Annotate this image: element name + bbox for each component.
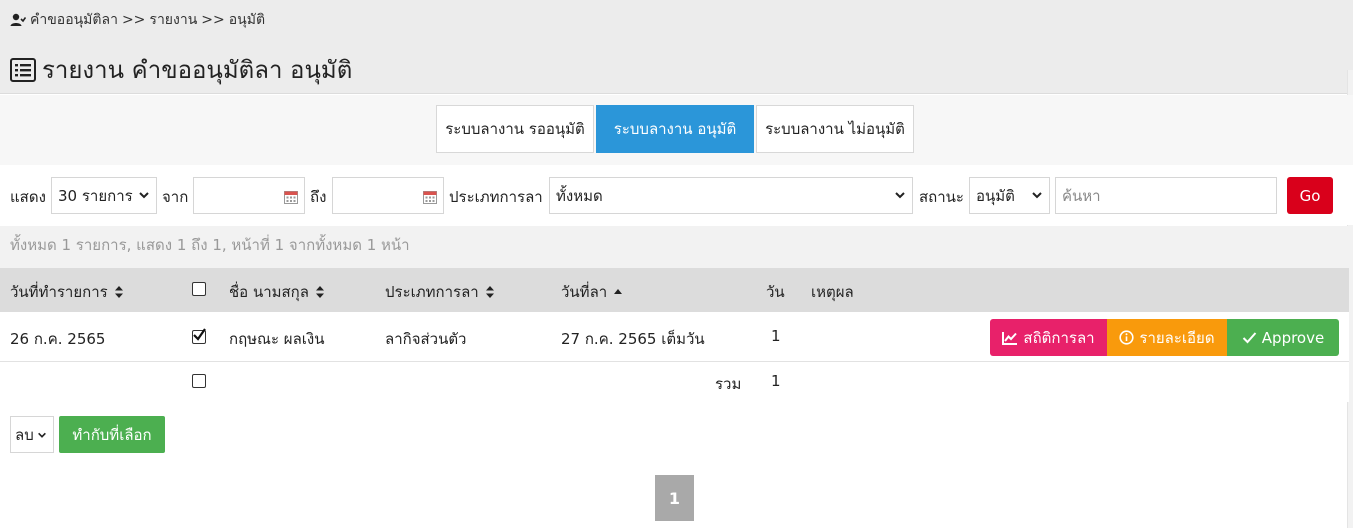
leave-type-value: ทั้งหมด — [556, 186, 603, 205]
th-name-label: ชื่อ นามสกุล — [229, 283, 309, 301]
th-type-label: ประเภทการลา — [385, 283, 479, 301]
page: คำขออนุมัติลา >> รายงาน >> อนุมัติ รายงา… — [0, 0, 1353, 528]
page-size-value: 30 รายการ — [58, 186, 133, 205]
th-leave-date[interactable]: วันที่ลา — [561, 280, 623, 304]
to-date-input[interactable] — [332, 177, 444, 214]
info-icon — [1119, 330, 1135, 345]
tab-pending[interactable]: ระบบลางาน รออนุมัติ — [436, 105, 594, 153]
sort-icon — [114, 286, 123, 298]
chevron-down-icon — [139, 192, 149, 199]
breadcrumb-separator: >> — [201, 12, 225, 28]
bulk-action-value: ลบ — [15, 425, 34, 444]
breadcrumb: คำขออนุมัติลา >> รายงาน >> อนุมัติ — [10, 9, 265, 31]
status-select[interactable]: อนุมัติ — [969, 177, 1050, 214]
total-label: รวม — [715, 375, 742, 393]
tab-rejected[interactable]: ระบบลางาน ไม่อนุมัติ — [756, 105, 914, 153]
sort-icon — [485, 286, 494, 298]
th-days: วัน — [766, 280, 785, 304]
status-value: อนุมัติ — [976, 186, 1015, 205]
filter-bar: แสดง 30 รายการ จาก ถึง ประเภทการลา ทั้งห… — [0, 165, 1353, 225]
th-reason: เหตุผล — [811, 280, 854, 304]
result-summary: ทั้งหมด 1 รายการ, แสดง 1 ถึง 1, หน้าที่ … — [0, 226, 1349, 268]
th-leave-date-label: วันที่ลา — [561, 283, 608, 301]
th-created-label: วันที่ทำรายการ — [10, 283, 108, 301]
page-header: คำขออนุมัติลา >> รายงาน >> อนุมัติ รายงา… — [0, 0, 1353, 94]
to-label: ถึง — [310, 188, 327, 206]
breadcrumb-item[interactable]: คำขออนุมัติลา — [30, 9, 118, 31]
user-icon — [10, 13, 26, 26]
th-type[interactable]: ประเภทการลา — [385, 280, 495, 304]
status-tabs: ระบบลางาน รออนุมัติ ระบบลางาน อนุมัติ ระ… — [0, 95, 1353, 165]
table-total-row: รวม 1 — [0, 362, 1349, 402]
sort-icon — [315, 286, 324, 298]
go-button[interactable]: Go — [1287, 177, 1333, 214]
cell-name: กฤษณะ ผลเงิน — [229, 330, 325, 348]
cell-leave-date: 27 ก.ค. 2565 เต็มวัน — [561, 330, 705, 348]
breadcrumb-item-current: อนุมัติ — [228, 12, 266, 28]
table-row: 26 ก.ค. 2565 กฤษณะ ผลเงิน ลากิจส่วนตัว 2… — [0, 312, 1349, 362]
cell-type: ลากิจส่วนตัว — [385, 330, 467, 348]
chevron-down-icon — [895, 192, 905, 199]
breadcrumb-separator: >> — [121, 12, 146, 28]
search-input[interactable]: ค้นหา — [1055, 177, 1277, 214]
leave-type-select[interactable]: ทั้งหมด — [549, 177, 913, 214]
chevron-down-icon — [1032, 192, 1042, 199]
list-icon — [10, 57, 36, 82]
th-days-label: วัน — [766, 283, 785, 301]
detail-label: รายละเอียด — [1139, 328, 1215, 347]
approve-label: Approve — [1261, 328, 1325, 347]
calendar-icon[interactable] — [423, 190, 437, 204]
breadcrumb-item[interactable]: รายงาน — [149, 9, 197, 31]
calendar-icon[interactable] — [284, 190, 298, 204]
checkmark-icon — [193, 328, 206, 341]
page-title: รายงาน คำขออนุมัติลา อนุมัติ — [10, 50, 352, 89]
line-chart-icon — [1002, 331, 1018, 345]
th-created[interactable]: วันที่ทำรายการ — [10, 280, 124, 304]
table-header: วันที่ทำรายการ ชื่อ นามสกุล ประเภทการลา … — [0, 268, 1349, 312]
chevron-down-icon — [37, 432, 46, 438]
leave-type-label: ประเภทการลา — [449, 188, 543, 206]
tab-approved[interactable]: ระบบลางาน อนุมัติ — [596, 105, 754, 153]
row-checkbox[interactable] — [192, 328, 206, 344]
from-date-input[interactable] — [193, 177, 305, 214]
pagination-page[interactable]: 1 — [655, 475, 694, 521]
from-label: จาก — [162, 188, 189, 206]
page-title-text: รายงาน คำขออนุมัติลา อนุมัติ — [42, 56, 353, 84]
cell-days: 1 — [771, 327, 781, 345]
status-label: สถานะ — [919, 188, 964, 206]
check-icon — [1242, 332, 1257, 344]
page-size-select[interactable]: 30 รายการ — [51, 177, 157, 214]
th-reason-label: เหตุผล — [811, 283, 854, 301]
cell-created: 26 ก.ค. 2565 — [10, 330, 106, 348]
select-all-checkbox-footer[interactable] — [192, 374, 206, 388]
detail-button[interactable]: รายละเอียด — [1107, 319, 1227, 356]
approve-button[interactable]: Approve — [1227, 319, 1339, 356]
leave-stats-label: สถิติการลา — [1023, 328, 1095, 347]
leave-stats-button[interactable]: สถิติการลา — [990, 319, 1107, 356]
th-name[interactable]: ชื่อ นามสกุล — [229, 280, 325, 304]
search-placeholder: ค้นหา — [1062, 186, 1101, 205]
apply-selected-button[interactable]: ทำกับที่เลือก — [59, 416, 165, 453]
sort-asc-icon — [614, 289, 623, 294]
total-value: 1 — [771, 372, 781, 390]
bulk-action-select[interactable]: ลบ — [10, 416, 54, 453]
select-all-checkbox[interactable] — [192, 282, 206, 296]
show-label: แสดง — [10, 188, 46, 206]
